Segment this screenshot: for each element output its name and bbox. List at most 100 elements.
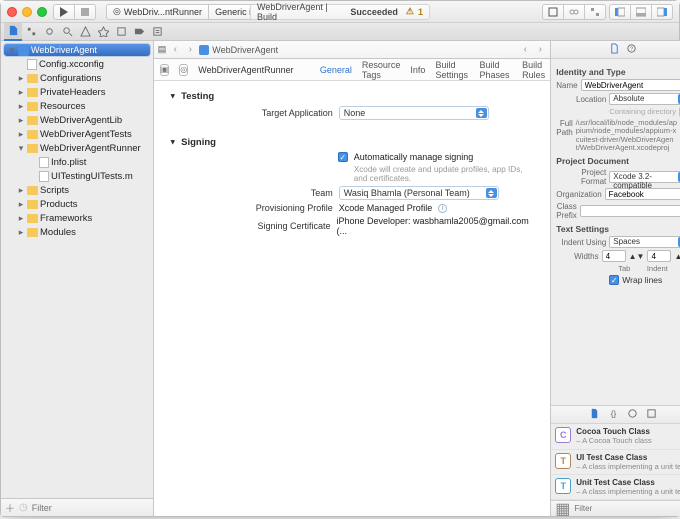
tab-build-rules[interactable]: Build Rules <box>522 60 550 80</box>
select-team[interactable]: Wasiq Bhamla (Personal Team) <box>339 186 499 200</box>
select-target-app[interactable]: None <box>339 106 489 120</box>
nav-item-label: Config.xcconfig <box>39 59 104 70</box>
jump-next-icon[interactable]: › <box>534 44 546 55</box>
tab-build-settings[interactable]: Build Settings <box>435 60 469 80</box>
nav-forward-icon[interactable]: › <box>184 44 196 55</box>
nav-item[interactable]: WebDriverAgentLib <box>1 113 153 127</box>
tab-resource-tags[interactable]: Resource Tags <box>362 60 401 80</box>
target-name[interactable]: WebDriverAgentRunner <box>198 65 293 75</box>
disclosure-icon[interactable] <box>17 213 25 224</box>
input-classprefix[interactable] <box>580 205 680 217</box>
nav-item[interactable]: WebDriverAgentTests <box>1 127 153 141</box>
disclosure-icon[interactable] <box>17 87 25 98</box>
section-signing[interactable]: ▼Signing <box>168 137 537 148</box>
media-library-icon[interactable] <box>646 406 657 424</box>
tab-general[interactable]: General <box>320 65 352 75</box>
select-location[interactable]: Absolute <box>609 93 680 105</box>
nav-back-icon[interactable]: ‹ <box>169 44 181 55</box>
disclosure-icon[interactable] <box>17 73 25 84</box>
jumpbar-project[interactable]: WebDriverAgent <box>212 45 278 55</box>
nav-item[interactable]: Frameworks <box>1 211 153 225</box>
navigator-filter-input[interactable] <box>32 503 149 513</box>
section-testing[interactable]: ▼Testing <box>168 91 537 102</box>
navigator-tabbar <box>1 23 679 41</box>
disclosure-icon[interactable] <box>17 115 25 126</box>
info-icon[interactable]: i <box>438 204 447 213</box>
source-control-icon[interactable] <box>22 23 40 41</box>
object-library-icon[interactable] <box>627 406 638 424</box>
close-window-icon[interactable] <box>7 7 17 17</box>
checkbox-auto-signing[interactable]: ✓ <box>338 152 348 162</box>
editor-jumpbar[interactable]: ▤ ‹ › WebDriverAgent ‹ › <box>154 41 551 59</box>
checkbox-wrap[interactable]: ✓ <box>609 275 619 285</box>
nav-item[interactable]: Configurations <box>1 71 153 85</box>
project-navigator-icon[interactable] <box>4 23 22 41</box>
nav-item[interactable]: UITestingUITests.m <box>1 169 153 183</box>
toggle-navigator-button[interactable] <box>609 4 631 20</box>
symbol-navigator-icon[interactable] <box>40 23 58 41</box>
test-navigator-icon[interactable] <box>94 23 112 41</box>
library-filter-input[interactable] <box>574 504 680 513</box>
input-name[interactable] <box>581 79 680 91</box>
disclosure-icon[interactable] <box>17 199 25 210</box>
version-editor-button[interactable] <box>584 4 606 20</box>
library-item[interactable]: TUI Test Case Class – A class implementi… <box>551 450 680 475</box>
disclosure-icon[interactable] <box>17 101 25 112</box>
disclosure-icon[interactable] <box>17 143 25 154</box>
project-navigator-tree[interactable]: WebDriverAgent Config.xcconfigConfigurati… <box>1 41 153 498</box>
nav-item[interactable]: Scripts <box>1 183 153 197</box>
file-template-library-icon[interactable] <box>589 406 600 424</box>
report-navigator-icon[interactable] <box>148 23 166 41</box>
nav-item[interactable]: Modules <box>1 225 153 239</box>
nav-item[interactable]: Config.xcconfig <box>1 57 153 71</box>
disclosure-icon[interactable] <box>17 185 25 196</box>
nav-item[interactable]: Resources <box>1 99 153 113</box>
file-inspector-icon[interactable] <box>609 41 620 59</box>
select-indent[interactable]: Spaces <box>609 236 680 248</box>
issue-navigator-icon[interactable] <box>76 23 94 41</box>
stop-button[interactable] <box>74 4 96 20</box>
folder-icon <box>27 88 38 97</box>
nav-item-label: Scripts <box>40 185 69 196</box>
disclosure-icon[interactable] <box>8 44 16 56</box>
disclosure-icon[interactable] <box>17 227 25 238</box>
nav-item-label: WebDriverAgentLib <box>40 115 122 126</box>
target-list-button[interactable]: ▣ <box>160 64 170 76</box>
assistant-editor-button[interactable] <box>563 4 585 20</box>
nav-item[interactable]: WebDriverAgent <box>3 43 151 57</box>
related-items-icon[interactable]: ▤ <box>158 44 167 55</box>
toggle-inspector-button[interactable] <box>651 4 673 20</box>
zoom-window-icon[interactable] <box>37 7 47 17</box>
select-projfmt[interactable]: Xcode 3.2-compatible <box>609 171 680 183</box>
label-target-app: Target Application <box>248 108 333 118</box>
recent-filter-icon[interactable]: ◷ <box>19 502 28 513</box>
debug-navigator-icon[interactable] <box>112 23 130 41</box>
find-navigator-icon[interactable] <box>58 23 76 41</box>
jump-prev-icon[interactable]: ‹ <box>519 44 531 55</box>
grid-view-icon[interactable]: ▦ <box>555 499 570 519</box>
input-tab-width[interactable] <box>602 250 626 262</box>
library-item[interactable]: TUnit Test Case Class – A class implemen… <box>551 475 680 500</box>
breakpoint-navigator-icon[interactable] <box>130 23 148 41</box>
add-icon[interactable]: ＋ <box>5 500 15 515</box>
library-item[interactable]: CCocoa Touch Class – A Cocoa Touch class <box>551 424 680 449</box>
code-snippet-library-icon[interactable]: {} <box>608 406 619 424</box>
run-button[interactable] <box>53 4 75 20</box>
warning-icon[interactable]: ⚠ <box>406 6 414 17</box>
minimize-window-icon[interactable] <box>22 7 32 17</box>
tab-info[interactable]: Info <box>410 65 425 75</box>
toggle-debug-button[interactable] <box>630 4 652 20</box>
nav-item[interactable]: WebDriverAgentRunner <box>1 141 153 155</box>
nav-item[interactable]: PrivateHeaders <box>1 85 153 99</box>
tab-build-phases[interactable]: Build Phases <box>480 60 513 80</box>
nav-item-label: Resources <box>40 101 85 112</box>
library-list[interactable]: CCocoa Touch Class – A Cocoa Touch class… <box>551 424 680 500</box>
nav-item-label: Products <box>40 199 78 210</box>
disclosure-icon[interactable] <box>17 129 25 140</box>
input-indent-width[interactable] <box>647 250 671 262</box>
nav-item[interactable]: Info.plist <box>1 155 153 169</box>
scheme-left[interactable]: ◎WebDriv...ntRunner <box>106 4 208 20</box>
standard-editor-button[interactable] <box>542 4 564 20</box>
nav-item[interactable]: Products <box>1 197 153 211</box>
quick-help-icon[interactable]: ? <box>626 41 637 59</box>
